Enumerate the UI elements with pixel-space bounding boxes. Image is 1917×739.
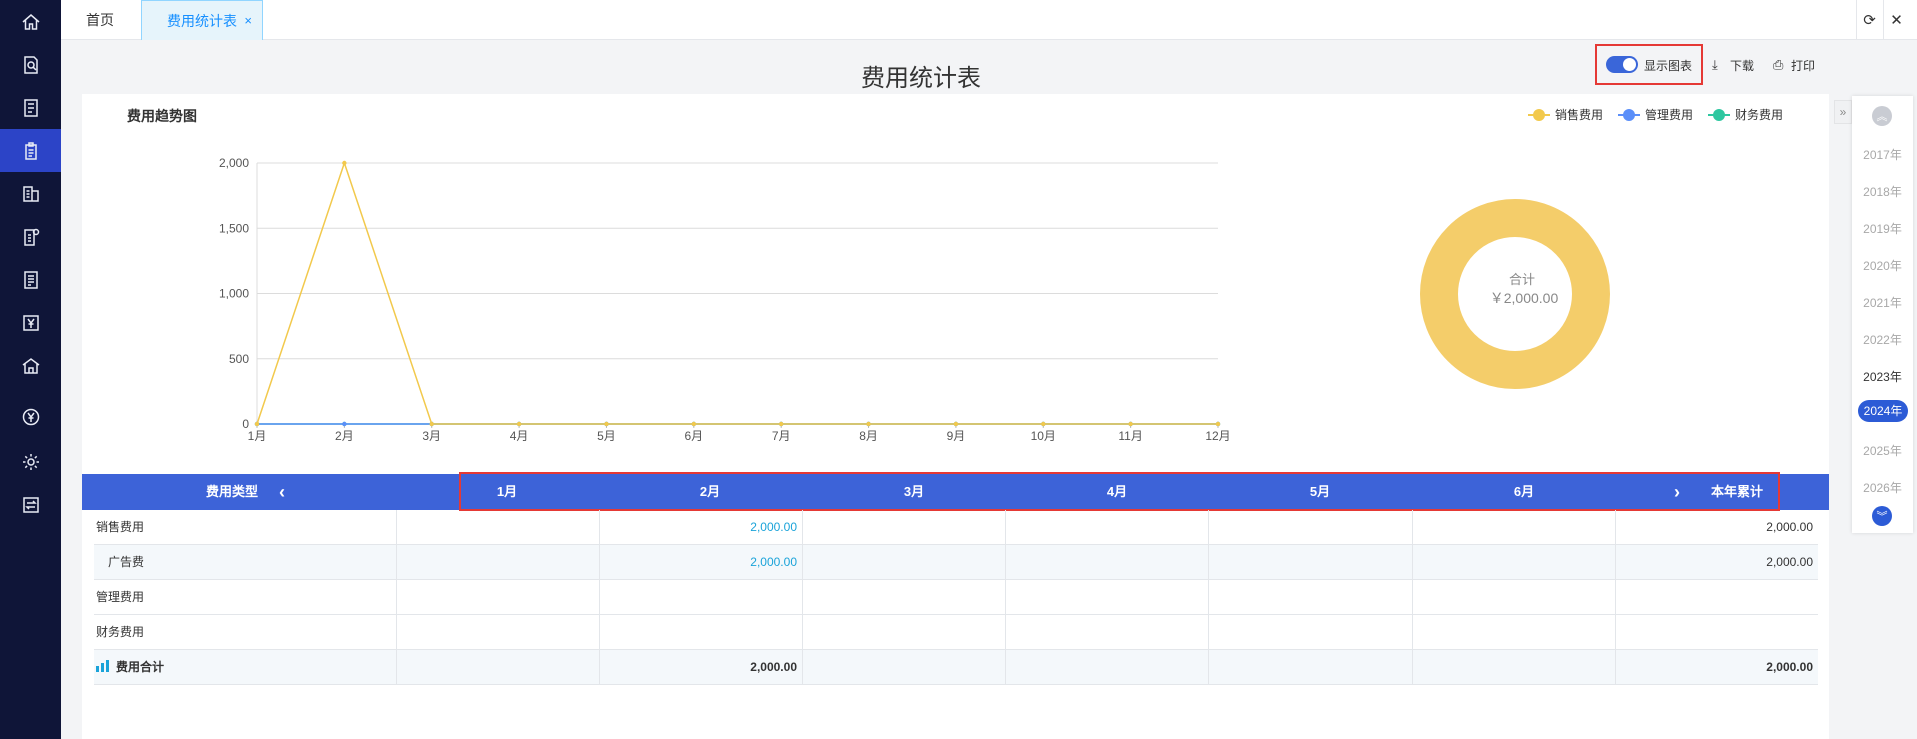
col-header-type: 费用类型 xyxy=(205,484,258,499)
data-point xyxy=(1215,421,1221,427)
data-point xyxy=(516,421,522,427)
year-item[interactable]: 2021年 xyxy=(1852,294,1913,311)
table-row: 广告费 2,000.00 2,000.00 xyxy=(94,545,1818,580)
cell-total xyxy=(1615,580,1818,615)
cell-value-link[interactable]: 2,000.00 xyxy=(599,510,802,545)
chevron-double-down-icon[interactable]: ︾ xyxy=(1872,506,1892,526)
cell-value xyxy=(1208,615,1412,650)
x-tick-label: 3月 xyxy=(422,429,441,443)
sum-label-text: 费用合计 xyxy=(116,660,165,674)
cell-value xyxy=(599,580,802,615)
table-row: 销售费用 2,000.00 2,000.00 xyxy=(94,510,1818,545)
cell-total: 2,000.00 xyxy=(1615,650,1818,685)
cell-value xyxy=(1412,510,1615,545)
row-label: 管理费用 xyxy=(96,590,145,604)
x-tick-label: 4月 xyxy=(510,429,529,443)
cell-value xyxy=(802,580,1005,615)
data-point xyxy=(1041,421,1046,427)
data-point xyxy=(866,421,871,427)
data-point xyxy=(342,160,347,166)
cell-value xyxy=(1208,580,1412,615)
cell-value xyxy=(1005,510,1208,545)
cell-value xyxy=(396,580,599,615)
data-point xyxy=(604,421,609,427)
chevron-double-up-icon[interactable]: ︽ xyxy=(1872,106,1892,126)
year-item[interactable]: 2018年 xyxy=(1852,183,1913,200)
highlight-box-months xyxy=(459,472,1780,511)
donut-center-label: 合计 xyxy=(1509,272,1535,287)
table-row: 管理费用 xyxy=(94,580,1818,615)
y-tick-label: 2,000 xyxy=(219,156,249,170)
table-row: 财务费用 xyxy=(94,615,1818,650)
year-item[interactable]: 2020年 xyxy=(1852,257,1913,274)
cell-value xyxy=(1005,580,1208,615)
year-item[interactable]: 2024年 xyxy=(1858,400,1908,422)
x-tick-label: 12月 xyxy=(1205,429,1230,443)
cell-value xyxy=(396,650,599,685)
year-item[interactable]: 2023年 xyxy=(1852,368,1913,385)
bar-chart-icon xyxy=(96,660,109,672)
data-point xyxy=(691,421,697,427)
prev-months-button[interactable]: ‹ xyxy=(272,474,292,510)
cell-value xyxy=(802,510,1005,545)
cell-value: 2,000.00 xyxy=(599,650,802,685)
data-point xyxy=(254,421,260,427)
cell-value-link[interactable]: 2,000.00 xyxy=(599,545,802,580)
expand-panel-icon[interactable]: » xyxy=(1834,100,1852,124)
data-point xyxy=(342,421,347,427)
cell-value xyxy=(1005,615,1208,650)
x-tick-label: 8月 xyxy=(859,429,878,443)
data-point xyxy=(1128,421,1133,427)
y-tick-label: 500 xyxy=(229,352,249,366)
cell-total: 2,000.00 xyxy=(1615,545,1818,580)
x-tick-label: 5月 xyxy=(597,429,616,443)
cell-value xyxy=(1005,650,1208,685)
x-tick-label: 9月 xyxy=(947,429,966,443)
x-tick-label: 11月 xyxy=(1118,429,1142,443)
y-tick-label: 1,000 xyxy=(219,287,249,301)
row-label: 财务费用 xyxy=(96,625,145,639)
year-item[interactable]: 2022年 xyxy=(1852,331,1913,348)
year-item[interactable]: 2019年 xyxy=(1852,220,1913,237)
cell-value xyxy=(1208,545,1412,580)
cell-value xyxy=(1208,510,1412,545)
x-tick-label: 1月 xyxy=(248,429,267,443)
row-label: 广告费 xyxy=(108,555,145,569)
x-tick-label: 10月 xyxy=(1031,429,1056,443)
x-tick-label: 7月 xyxy=(772,429,791,443)
data-point xyxy=(778,421,784,427)
y-tick-label: 1,500 xyxy=(219,221,249,235)
year-item[interactable]: 2025年 xyxy=(1852,442,1913,459)
year-item[interactable]: 2017年 xyxy=(1852,146,1913,163)
cell-value xyxy=(599,615,802,650)
cell-value xyxy=(1412,580,1615,615)
sum-row-label: 费用合计 xyxy=(94,650,396,685)
table-row-sum: 费用合计 2,000.00 2,000.00 xyxy=(94,650,1818,685)
cell-value xyxy=(396,510,599,545)
cell-value xyxy=(1412,615,1615,650)
cell-value xyxy=(1412,650,1615,685)
cell-value xyxy=(802,545,1005,580)
year-selector: ︽ ︾ 2017年 2018年 2019年 2020年 2021年 2022年 2023年 2… xyxy=(1852,96,1913,533)
cell-value xyxy=(802,650,1005,685)
cell-total: 2,000.00 xyxy=(1615,510,1818,545)
cell-value xyxy=(396,545,599,580)
cell-value xyxy=(1412,545,1615,580)
data-point xyxy=(429,421,434,427)
year-item[interactable]: 2026年 xyxy=(1852,479,1913,496)
cell-value xyxy=(396,615,599,650)
row-label: 销售费用 xyxy=(96,520,145,534)
cell-value xyxy=(802,615,1005,650)
data-point xyxy=(953,421,959,427)
x-tick-label: 2月 xyxy=(335,429,354,443)
cell-value xyxy=(1208,650,1412,685)
cell-total xyxy=(1615,615,1818,650)
cell-value xyxy=(1005,545,1208,580)
donut-center-value: ￥2,000.00 xyxy=(1490,290,1559,306)
x-tick-label: 6月 xyxy=(684,429,703,443)
